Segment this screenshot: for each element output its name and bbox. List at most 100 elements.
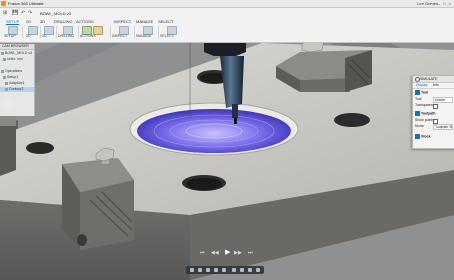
skip-back-icon[interactable]: ⏮: [200, 251, 205, 256]
mode-label: Mode: [415, 124, 424, 128]
transparent-label: Transparent: [415, 103, 434, 107]
toolpath-section-label: Toolpath: [421, 111, 436, 116]
play-icon[interactable]: ▶: [225, 249, 230, 256]
step-forward-icon[interactable]: ▶▶: [234, 251, 242, 256]
browser-item-operations[interactable]: Operations: [1, 69, 22, 74]
grid-settings-icon[interactable]: [240, 268, 244, 272]
browser-item-setup-label: Setup1: [7, 75, 19, 79]
browser-item-units-label: Units: mm: [7, 57, 23, 61]
look-at-icon[interactable]: [198, 268, 202, 272]
transparent-checkbox[interactable]: [433, 104, 438, 109]
3d-group-label: 3D: [42, 34, 47, 38]
redo-icon[interactable]: ↷: [28, 10, 32, 16]
tab-manage[interactable]: MANAGE: [136, 19, 153, 24]
browser-item-document-label: BOWL_MOLD v3: [5, 51, 33, 55]
units-icon: [3, 57, 6, 61]
browser-item-contour-label: Contour2: [9, 87, 24, 91]
browser-item-adaptive[interactable]: Adaptive1: [5, 81, 25, 86]
tab-setup[interactable]: SETUP: [6, 19, 20, 25]
pin-icon[interactable]: [415, 77, 420, 82]
tab-3d[interactable]: 3D: [40, 19, 45, 24]
cam-browser: CAM BROWSER BOWL_MOLD v3 Units: mm Opera…: [0, 44, 35, 116]
contour-op-icon: [5, 87, 8, 91]
toolpath-checkbox[interactable]: [415, 111, 420, 116]
tab-info[interactable]: Info: [433, 83, 439, 88]
grid-menu-icon[interactable]: ⊞: [3, 10, 7, 16]
browser-item-adaptive-label: Adaptive1: [9, 81, 25, 85]
title-bar: Fusion 360 Ultimate Lee Grimes – □ ×: [0, 0, 454, 8]
document-icon: [1, 51, 4, 55]
viewports-icon[interactable]: [248, 268, 252, 272]
setup-group[interactable]: SETUP: [4, 26, 23, 38]
tool-section-label: Tool: [421, 90, 429, 95]
drilling-group-label: DRILLING: [58, 34, 75, 38]
mode-select[interactable]: Toolpath Simulation: [433, 124, 453, 130]
window-controls[interactable]: – □ ×: [438, 1, 452, 6]
drilling-group[interactable]: DRILLING: [58, 26, 79, 38]
show-points-label: Show points: [415, 118, 435, 122]
display-settings-icon[interactable]: [232, 268, 236, 272]
tab-inspect[interactable]: INSPECT: [114, 19, 131, 24]
orbit-icon[interactable]: [190, 268, 194, 272]
stock-section[interactable]: Stock: [415, 134, 431, 139]
app-title: Fusion 360 Ultimate: [8, 1, 44, 6]
inspect-group[interactable]: INSPECT: [112, 26, 135, 38]
tab-display[interactable]: Display: [416, 83, 427, 88]
transparent-row: Transparent: [415, 103, 453, 109]
inspect-group-label: INSPECT: [112, 34, 128, 38]
step-back-icon[interactable]: ◀◀: [211, 251, 219, 256]
mode-row: Mode Toolpath Simulation: [415, 124, 453, 130]
tab-drilling[interactable]: DRILLING: [54, 19, 72, 24]
browser-header[interactable]: CAM BROWSER: [0, 44, 34, 50]
2d-group-label: 2D: [26, 34, 31, 38]
navigation-bar: [186, 266, 264, 274]
fusion-logo-icon: [1, 1, 6, 6]
pan-icon[interactable]: [206, 268, 210, 272]
tool-mode-row: Tool Holder: [415, 97, 453, 103]
tool-mode-label: Tool: [415, 97, 422, 101]
simulate-panel-title[interactable]: SIMULATE: [413, 76, 454, 83]
toolbar: ⊞ 💾 ↶ ↷ BOWL_MOLD v3 SETUP 2D 3D DRILLIN…: [0, 8, 454, 43]
tab-select[interactable]: SELECT: [158, 19, 174, 24]
adaptive-op-icon: [5, 81, 8, 85]
operations-icon: [1, 69, 4, 73]
viewport-3d[interactable]: [0, 43, 454, 280]
document-tab[interactable]: BOWL_MOLD v3: [40, 11, 71, 16]
show-points-row: Show points: [415, 118, 453, 124]
3d-group[interactable]: 3D: [42, 26, 57, 38]
save-icon[interactable]: 💾: [12, 10, 18, 16]
setup-group-label: SETUP: [4, 34, 16, 38]
browser-item-setup[interactable]: Setup1: [3, 75, 18, 80]
2d-group[interactable]: 2D: [26, 26, 41, 38]
simulate-panel-title-label: SIMULATE: [420, 77, 438, 81]
section-analysis-icon[interactable]: [256, 268, 260, 272]
zoom-icon[interactable]: [214, 268, 218, 272]
manage-group-label: MANAGE: [136, 34, 152, 38]
select-group-label: SELECT: [160, 34, 174, 38]
bowl-cavity-toolpath: [137, 109, 291, 153]
stock-checkbox[interactable]: [415, 134, 420, 139]
toolpath-section[interactable]: Toolpath: [415, 111, 436, 116]
simulate-panel: SIMULATE Display Info Tool Tool Holder T…: [412, 75, 454, 149]
stock-section-label: Stock: [421, 134, 431, 139]
browser-item-contour[interactable]: Contour2: [0, 87, 34, 92]
manage-group[interactable]: MANAGE: [136, 26, 159, 38]
actions-group-label: ACTIONS: [80, 34, 96, 38]
tool-section[interactable]: Tool: [415, 90, 428, 95]
workspace-tabs: SETUP 2D 3D DRILLING ACTIONS INSPECT MAN…: [6, 19, 454, 25]
skip-forward-icon[interactable]: ⏭: [248, 251, 253, 256]
simulation-playback-controls: ⏮ ◀◀ ▶ ▶▶ ⏭: [196, 248, 262, 260]
fit-icon[interactable]: [222, 268, 226, 272]
actions-group[interactable]: ACTIONS: [80, 26, 111, 38]
undo-icon[interactable]: ↶: [21, 10, 25, 16]
browser-item-document[interactable]: BOWL_MOLD v3: [1, 51, 32, 56]
simulate-panel-tabs: Display Info: [413, 83, 454, 89]
tool-checkbox[interactable]: [415, 90, 420, 95]
tab-actions[interactable]: ACTIONS: [76, 19, 94, 24]
user-name[interactable]: Lee Grimes: [417, 0, 438, 7]
browser-item-operations-label: Operations: [5, 69, 23, 73]
tab-2d[interactable]: 2D: [26, 19, 31, 24]
setup-node-icon: [3, 75, 6, 79]
browser-item-units[interactable]: Units: mm: [3, 57, 23, 62]
select-group[interactable]: SELECT: [160, 26, 182, 38]
